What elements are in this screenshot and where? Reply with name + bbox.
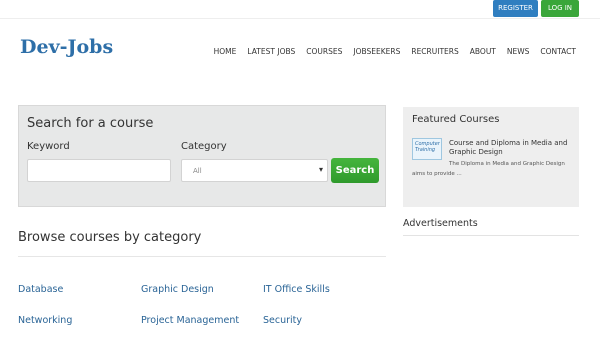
featured-courses-panel: Featured Courses Computer Training Cours… xyxy=(403,107,579,207)
advertisements-divider xyxy=(403,235,579,236)
category-label: Category xyxy=(181,141,227,152)
category-link-database[interactable]: Database xyxy=(18,284,63,295)
category-link-security[interactable]: Security xyxy=(263,315,302,326)
advertisements-heading: Advertisements xyxy=(403,218,478,229)
nav-recruiters[interactable]: RECRUITERS xyxy=(411,47,458,56)
category-link-project-management[interactable]: Project Management xyxy=(141,315,239,326)
nav-about[interactable]: ABOUT xyxy=(470,47,496,56)
nav-contact[interactable]: CONTACT xyxy=(540,47,576,56)
search-button[interactable]: Search xyxy=(331,158,379,183)
featured-title: Featured Courses xyxy=(412,114,500,125)
nav-courses[interactable]: COURSES xyxy=(306,47,342,56)
top-bar: REGISTER LOG IN xyxy=(0,0,600,19)
course-thumbnail-text: Computer Training xyxy=(415,141,440,153)
course-search-panel: Search for a course Keyword Category All… xyxy=(18,105,386,207)
category-select[interactable]: All ▾ xyxy=(181,159,328,182)
nav-latest-jobs[interactable]: LATEST JOBS xyxy=(247,47,295,56)
login-button[interactable]: LOG IN xyxy=(541,0,579,17)
nav-news[interactable]: NEWS xyxy=(507,47,530,56)
category-selected-value: All xyxy=(193,167,202,175)
keyword-input[interactable] xyxy=(27,159,171,182)
keyword-label: Keyword xyxy=(27,141,70,152)
featured-course-title[interactable]: Course and Diploma in Media and Graphic … xyxy=(449,139,575,157)
page: REGISTER LOG IN Dev-Jobs HOME LATEST JOB… xyxy=(0,0,600,338)
main-nav: HOME LATEST JOBS COURSES JOBSEEKERS RECR… xyxy=(214,47,576,56)
featured-course-description: The Diploma in Media and Graphic Design … xyxy=(412,161,565,177)
nav-jobseekers[interactable]: JOBSEEKERS xyxy=(353,47,400,56)
browse-heading: Browse courses by category xyxy=(18,230,202,245)
category-link-graphic-design[interactable]: Graphic Design xyxy=(141,284,214,295)
nav-home[interactable]: HOME xyxy=(214,47,237,56)
category-link-networking[interactable]: Networking xyxy=(18,315,72,326)
browse-divider xyxy=(18,256,386,257)
category-link-it-office-skills[interactable]: IT Office Skills xyxy=(263,284,330,295)
register-button[interactable]: REGISTER xyxy=(493,0,538,17)
dropdown-arrow-icon: ▾ xyxy=(318,165,323,174)
search-title: Search for a course xyxy=(27,116,154,131)
site-logo[interactable]: Dev-Jobs xyxy=(20,36,113,58)
course-thumbnail[interactable]: Computer Training xyxy=(412,138,442,160)
